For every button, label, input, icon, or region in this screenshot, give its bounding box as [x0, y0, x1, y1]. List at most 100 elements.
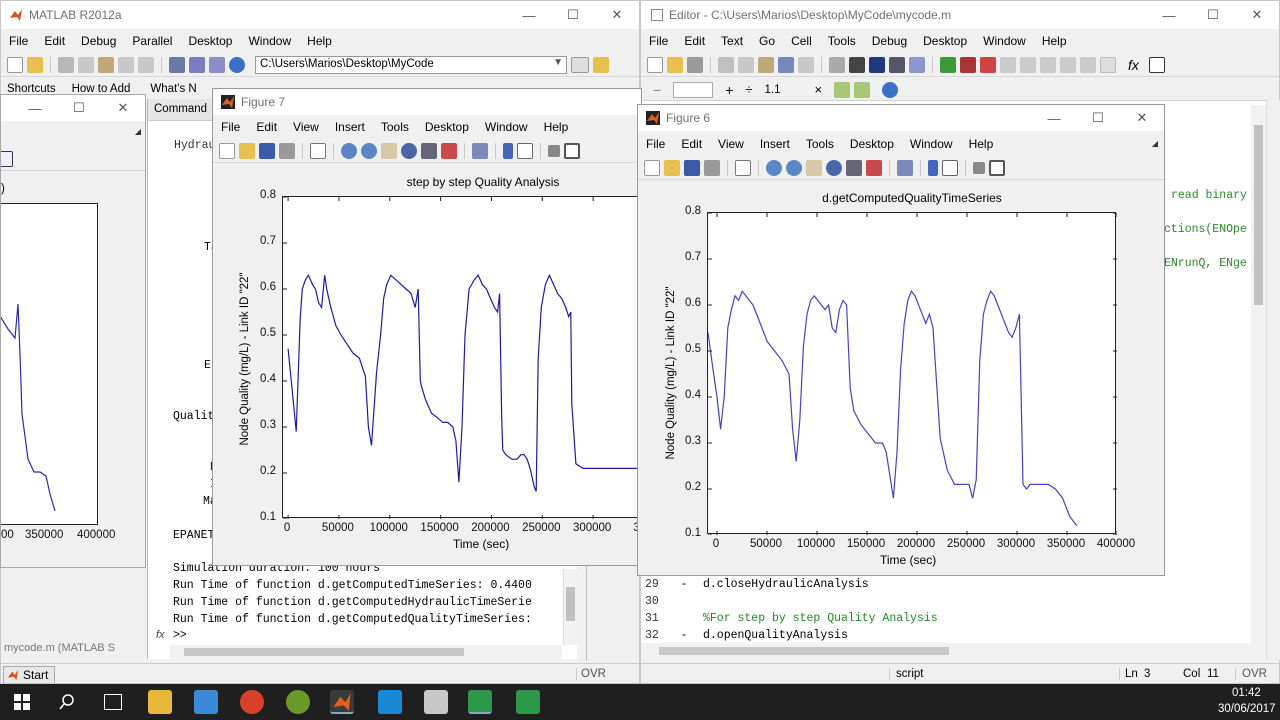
- find-icon[interactable]: [849, 56, 865, 73]
- minimize-button[interactable]: —: [1032, 105, 1076, 131]
- menu-parallel[interactable]: Parallel: [124, 34, 180, 48]
- close-button[interactable]: ✕: [1120, 105, 1164, 131]
- fig6-menu-help[interactable]: Help: [961, 137, 1002, 151]
- fig6-menu-tools[interactable]: Tools: [798, 137, 842, 151]
- fig6-menu-desktop[interactable]: Desktop: [842, 137, 902, 151]
- data-cursor-icon[interactable]: [846, 159, 862, 176]
- link-plot-icon[interactable]: [897, 159, 913, 176]
- rotate-icon[interactable]: [826, 159, 842, 176]
- data-cursor-icon[interactable]: [421, 142, 437, 159]
- editor-menu-cell[interactable]: Cell: [783, 34, 820, 48]
- colorbar-icon[interactable]: [503, 142, 513, 159]
- undo-icon[interactable]: [778, 56, 794, 73]
- fig7-menu-insert[interactable]: Insert: [327, 120, 373, 134]
- left-figure-menu-arrow[interactable]: ◢: [135, 127, 141, 136]
- editor-horizontal-scrollbar[interactable]: [641, 643, 1267, 659]
- new-figure-icon[interactable]: [219, 142, 235, 159]
- brush-icon[interactable]: [441, 142, 457, 159]
- minimize-button[interactable]: —: [507, 1, 551, 29]
- legend-icon[interactable]: [517, 142, 533, 159]
- rotate-icon[interactable]: [401, 142, 417, 159]
- open-icon[interactable]: [239, 142, 255, 159]
- maximize-button[interactable]: ☐: [57, 95, 101, 121]
- fig6-menu-edit[interactable]: Edit: [673, 137, 710, 151]
- run-icon[interactable]: [940, 56, 956, 73]
- print-icon[interactable]: [279, 142, 295, 159]
- fig7-menu-help[interactable]: Help: [536, 120, 577, 134]
- dock-icon[interactable]: [1148, 56, 1165, 73]
- cut-icon[interactable]: [718, 56, 734, 73]
- cell-value-input[interactable]: 1.1: [765, 84, 803, 96]
- redo-icon[interactable]: [798, 56, 814, 73]
- browse-folder-icon[interactable]: [571, 56, 589, 73]
- print-icon[interactable]: [704, 159, 720, 176]
- fig6-menu-arrow[interactable]: ◢: [1152, 139, 1158, 148]
- new-figure-icon[interactable]: [644, 159, 660, 176]
- fx-icon[interactable]: fx: [1128, 57, 1139, 73]
- breakpoint-dash[interactable]: [665, 595, 703, 608]
- fig6-menu-window[interactable]: Window: [902, 137, 961, 151]
- fig7-menu-window[interactable]: Window: [477, 120, 536, 134]
- cmd-vertical-scrollbar[interactable]: [563, 569, 577, 645]
- brush-icon[interactable]: [866, 159, 882, 176]
- minimize-button[interactable]: —: [1147, 1, 1191, 29]
- editor-scroll-thumb[interactable]: [1254, 125, 1263, 305]
- cell-value-field[interactable]: [673, 81, 714, 98]
- cell-multiply-button[interactable]: ×: [815, 82, 823, 97]
- close-button[interactable]: ✕: [595, 1, 639, 29]
- zoom-out-icon[interactable]: [361, 142, 377, 159]
- undo-icon[interactable]: [118, 56, 134, 73]
- profiler-icon[interactable]: [209, 56, 225, 73]
- open-folder-icon[interactable]: [27, 56, 43, 73]
- fig6-menu-view[interactable]: View: [710, 137, 752, 151]
- task-view-icon[interactable]: [104, 694, 122, 710]
- editor-menu-file[interactable]: File: [641, 34, 676, 48]
- legend-icon[interactable]: [942, 159, 958, 176]
- fig7-menu-edit[interactable]: Edit: [248, 120, 285, 134]
- cell-divide-button[interactable]: ÷: [745, 82, 752, 97]
- fig7-menu-view[interactable]: View: [285, 120, 327, 134]
- maximize-button[interactable]: ☐: [1076, 105, 1120, 131]
- show-tools-icon[interactable]: [989, 159, 1005, 176]
- new-file-icon[interactable]: [7, 56, 23, 73]
- windows-start-button[interactable]: [0, 684, 44, 720]
- step-icon[interactable]: [1000, 56, 1016, 73]
- fig7-menu-file[interactable]: File: [213, 120, 248, 134]
- maximize-button[interactable]: ☐: [1191, 1, 1235, 29]
- save-icon[interactable]: [259, 142, 275, 159]
- camtasia-icon[interactable]: [468, 690, 492, 714]
- search-icon[interactable]: [58, 693, 76, 711]
- menu-edit[interactable]: Edit: [36, 34, 73, 48]
- camtasia-recorder-icon[interactable]: [516, 690, 540, 714]
- copy-icon[interactable]: [738, 56, 754, 73]
- command-prompt[interactable]: >>: [173, 629, 187, 642]
- editor-menu-desktop[interactable]: Desktop: [915, 34, 975, 48]
- file-explorer-icon[interactable]: [148, 690, 172, 714]
- cell-minus-button[interactable]: −: [653, 82, 661, 98]
- fig6-menu-insert[interactable]: Insert: [752, 137, 798, 151]
- back-icon[interactable]: [869, 56, 885, 73]
- close-button[interactable]: ✕: [101, 95, 145, 121]
- fig6-menu-file[interactable]: File: [638, 137, 673, 151]
- print-icon[interactable]: [829, 56, 845, 73]
- close-button[interactable]: ✕: [1235, 1, 1279, 29]
- guide-icon[interactable]: [189, 56, 205, 73]
- breakpoint-dash[interactable]: -: [665, 629, 703, 642]
- breakpoint-icon[interactable]: [960, 56, 976, 73]
- editor-menu-window[interactable]: Window: [975, 34, 1034, 48]
- cmd-horizontal-scrollbar[interactable]: [170, 645, 562, 659]
- paste-icon[interactable]: [98, 56, 114, 73]
- pan-icon[interactable]: [381, 142, 397, 159]
- cell-plus-button[interactable]: +: [725, 82, 733, 98]
- open-icon[interactable]: [664, 159, 680, 176]
- save-icon[interactable]: [687, 56, 703, 73]
- copy-icon[interactable]: [78, 56, 94, 73]
- new-file-icon[interactable]: [647, 56, 663, 73]
- save-icon[interactable]: [684, 159, 700, 176]
- dock-icon[interactable]: [1, 151, 13, 167]
- fig7-menu-desktop[interactable]: Desktop: [417, 120, 477, 134]
- redo-icon[interactable]: [138, 56, 154, 73]
- hide-tools-icon[interactable]: [548, 144, 560, 157]
- start-button[interactable]: Start: [3, 666, 55, 683]
- cut-icon[interactable]: [58, 56, 74, 73]
